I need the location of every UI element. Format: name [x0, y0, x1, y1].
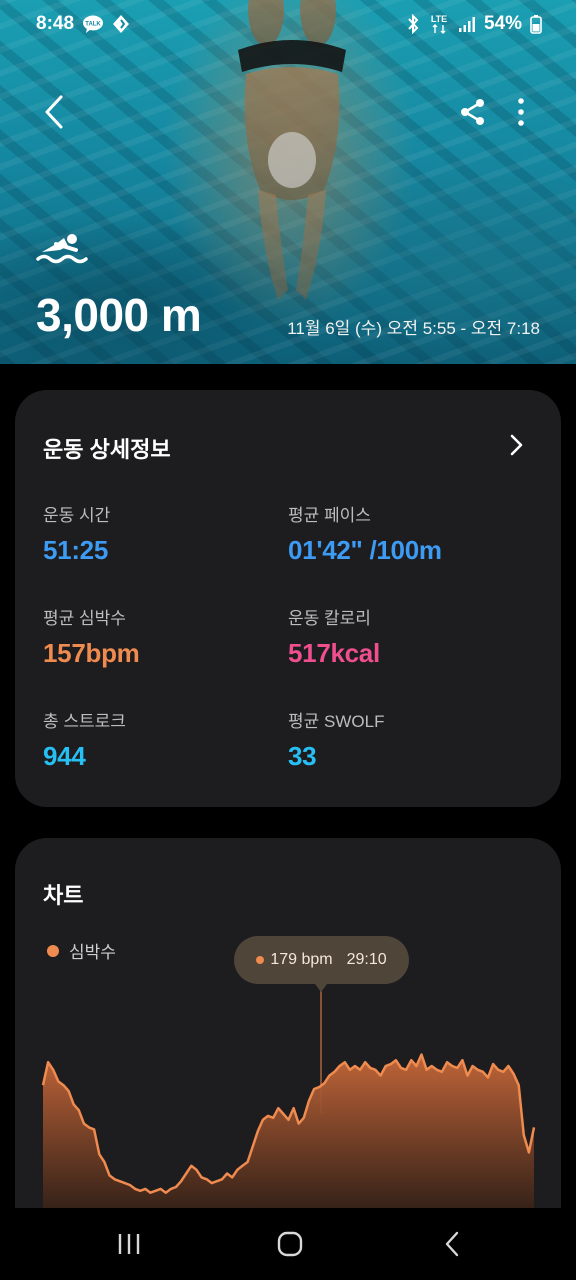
stat-unit: bpm	[85, 638, 140, 668]
swimmer-photo	[238, 0, 346, 300]
home-icon	[277, 1231, 303, 1257]
chart-legend: 심박수	[47, 938, 116, 963]
system-back-button[interactable]	[427, 1226, 477, 1262]
stat-label: 총 스트로크	[43, 712, 126, 731]
chart-title: 차트	[43, 883, 84, 908]
stat-value: 51:25	[43, 535, 108, 565]
more-vertical-icon	[518, 98, 524, 126]
legend-label: 심박수	[69, 943, 116, 962]
stat-workout-time: 운동 시간 51:25	[43, 501, 110, 566]
back-button[interactable]	[34, 90, 74, 134]
back-icon	[45, 95, 63, 129]
stat-calories: 운동 칼로리 517kcal	[288, 604, 380, 669]
share-button[interactable]	[454, 90, 492, 134]
stat-value: 517	[288, 638, 331, 668]
stat-avg-swolf: 평균 SWOLF 33	[288, 707, 384, 772]
recent-apps-button[interactable]	[104, 1226, 154, 1262]
svg-text:TALK: TALK	[85, 22, 101, 28]
stat-value: 33	[288, 741, 317, 771]
swimming-icon	[36, 234, 88, 264]
tooltip-pointer	[315, 984, 327, 992]
workout-distance: 3,000 m	[36, 289, 202, 341]
legend-dot	[47, 944, 59, 957]
chevron-right-icon	[510, 434, 523, 456]
stat-label: 평균 SWOLF	[288, 712, 385, 731]
system-navigation-bar	[0, 1208, 576, 1280]
details-title: 운동 상세정보	[43, 437, 171, 462]
stat-unit: kcal	[330, 638, 380, 668]
battery-percent: 54%	[483, 13, 522, 34]
navigation-app-icon	[112, 14, 130, 34]
tooltip-value: 179 bpm	[270, 951, 333, 968]
chart-tooltip: 179 bpm 29:10	[234, 936, 409, 984]
stat-value: 01'42" /100m	[288, 535, 442, 565]
stat-value: 944	[43, 741, 86, 771]
hero-nav	[0, 86, 576, 136]
lte-icon: LTE	[428, 13, 450, 35]
stat-label: 평균 심박수	[43, 609, 126, 628]
stat-label: 평균 페이스	[288, 506, 371, 525]
status-time: 8:48	[36, 13, 75, 34]
recent-apps-icon	[118, 1234, 140, 1254]
stat-value-row: 157bpm	[43, 638, 140, 669]
signal-icon	[458, 15, 476, 33]
talk-icon: TALK	[82, 15, 104, 33]
workout-details-card[interactable]: 운동 상세정보 운동 시간 51:25 평균 페이스 01'42" /100m …	[15, 390, 561, 807]
system-back-icon	[445, 1231, 459, 1257]
bluetooth-icon	[406, 14, 420, 34]
svg-text:LTE: LTE	[431, 14, 447, 24]
details-arrow-button[interactable]	[501, 430, 531, 460]
stat-label: 운동 칼로리	[288, 609, 371, 628]
stat-label: 운동 시간	[43, 506, 111, 525]
share-icon	[461, 99, 484, 125]
battery-icon	[530, 14, 542, 34]
tooltip-time: 29:10	[346, 951, 387, 968]
status-bar: 8:48 TALK LTE 54%	[0, 0, 576, 48]
stat-value-row: 517kcal	[288, 638, 380, 669]
stat-total-strokes: 총 스트로크 944	[43, 707, 126, 772]
more-options-button[interactable]	[506, 90, 536, 134]
home-button[interactable]	[265, 1226, 315, 1262]
workout-date-range: 11월 6일 (수) 오전 5:55 - 오전 7:18	[287, 319, 540, 338]
heart-rate-area	[43, 1054, 534, 1208]
tooltip-dot	[256, 956, 265, 964]
stat-avg-pace: 평균 페이스 01'42" /100m	[288, 501, 442, 566]
workout-hero: 8:48 TALK LTE 54% 3,000 m 11월 6일 (수) 오전 …	[0, 0, 576, 364]
stat-value: 157	[43, 638, 86, 668]
stat-avg-heart-rate: 평균 심박수 157bpm	[43, 604, 140, 669]
